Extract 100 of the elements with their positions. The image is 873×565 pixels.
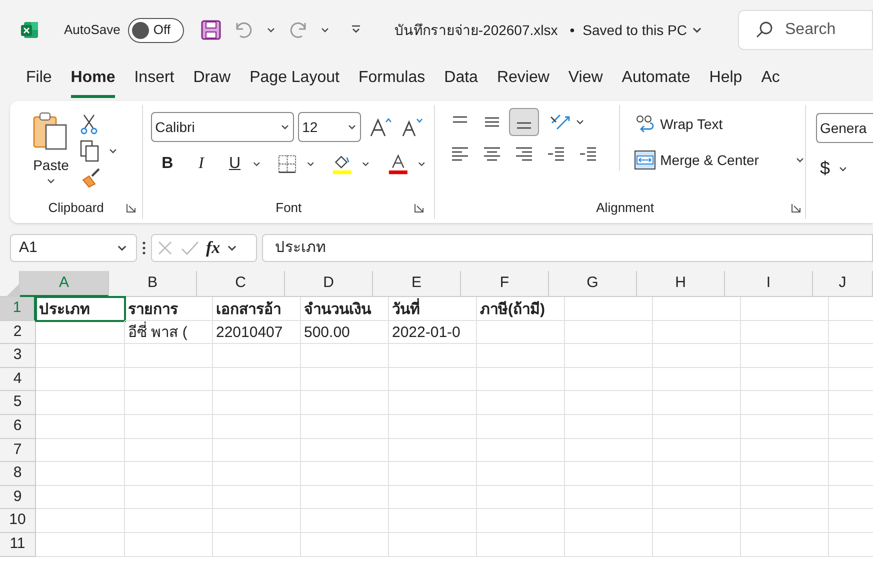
table-cell[interactable] (565, 320, 653, 344)
table-cell[interactable] (301, 486, 389, 510)
table-cell[interactable] (653, 297, 741, 321)
table-cell[interactable] (36, 509, 125, 533)
ribbon-tab[interactable]: Insert (134, 66, 174, 98)
table-cell[interactable] (301, 368, 389, 392)
table-cell[interactable] (125, 532, 213, 557)
table-cell[interactable] (36, 532, 125, 557)
table-cell[interactable] (213, 344, 301, 368)
table-cell[interactable] (477, 320, 565, 344)
row-header[interactable]: 8 (0, 462, 36, 486)
table-cell[interactable]: วันที่ (389, 297, 477, 321)
dialog-launcher-icon[interactable] (790, 203, 801, 213)
table-cell[interactable] (653, 344, 741, 368)
column-header[interactable]: B (109, 271, 197, 297)
ribbon-tab[interactable]: Page Layout (250, 66, 340, 98)
formula-field[interactable]: ประเภท (262, 234, 873, 262)
column-header[interactable]: C (197, 271, 285, 297)
table-cell[interactable] (301, 462, 389, 486)
paste-icon[interactable] (32, 111, 70, 151)
table-cell[interactable] (213, 368, 301, 392)
table-cell[interactable] (125, 391, 213, 415)
row-header[interactable]: 7 (0, 438, 36, 462)
table-cell[interactable] (301, 509, 389, 533)
chevron-down-icon[interactable] (280, 122, 290, 132)
paste-label[interactable]: Paste (33, 155, 69, 176)
more-options-icon[interactable] (142, 241, 146, 255)
save-icon[interactable] (200, 19, 222, 41)
ribbon-tab[interactable]: Home (70, 66, 116, 98)
column-header[interactable]: E (373, 271, 461, 297)
table-cell[interactable] (389, 532, 477, 557)
ribbon-tab[interactable]: Help (709, 66, 742, 98)
table-cell[interactable] (389, 486, 477, 510)
table-cell[interactable] (565, 509, 653, 533)
table-cell[interactable]: เอกสารอ้า (213, 297, 301, 321)
redo-icon[interactable] (288, 20, 308, 40)
row-header[interactable]: 10 (0, 509, 36, 533)
table-cell[interactable] (741, 438, 829, 462)
fill-color-dropdown-icon[interactable] (361, 159, 371, 169)
table-cell[interactable] (213, 509, 301, 533)
table-cell[interactable] (565, 532, 653, 557)
table-cell[interactable] (125, 509, 213, 533)
fill-color-icon[interactable] (332, 153, 352, 175)
column-header[interactable]: I (725, 271, 813, 297)
row-header[interactable]: 5 (0, 391, 36, 415)
search-field[interactable]: Search (738, 10, 873, 50)
table-cell[interactable] (389, 462, 477, 486)
table-cell[interactable] (653, 438, 741, 462)
table-cell[interactable] (741, 297, 829, 321)
table-cell[interactable] (741, 368, 829, 392)
table-cell[interactable] (477, 462, 565, 486)
row-header[interactable]: 4 (0, 368, 36, 392)
merge-center-label[interactable]: Merge & Center (660, 150, 759, 170)
table-cell[interactable] (653, 509, 741, 533)
table-cell[interactable]: ภาษี(ถ้ามี) (477, 297, 565, 321)
table-cell[interactable] (36, 344, 125, 368)
row-header[interactable]: 11 (0, 532, 36, 557)
underline-dropdown-icon[interactable] (252, 159, 262, 169)
row-header[interactable]: 6 (0, 414, 36, 439)
column-header[interactable]: F (461, 271, 549, 297)
table-cell[interactable]: 2022-01-0 (389, 320, 477, 344)
table-cell[interactable] (477, 532, 565, 557)
ribbon-tab[interactable]: Ac (761, 66, 780, 98)
table-cell[interactable] (389, 438, 477, 462)
ribbon-tab[interactable]: View (568, 66, 603, 98)
table-cell[interactable] (389, 391, 477, 415)
table-cell[interactable]: 22010407 (213, 320, 301, 344)
table-cell[interactable] (125, 344, 213, 368)
enter-icon[interactable] (180, 239, 200, 257)
table-cell[interactable] (36, 320, 125, 344)
table-cell[interactable]: อีซี่ พาส ( (125, 320, 213, 344)
table-cell[interactable] (741, 344, 829, 368)
ribbon-tab[interactable]: Automate (622, 66, 690, 98)
copy-icon[interactable] (80, 140, 100, 162)
table-cell[interactable] (565, 438, 653, 462)
table-cell[interactable] (653, 532, 741, 557)
font-name-dropdown[interactable]: Calibri (151, 112, 294, 142)
table-cell[interactable]: 500.00 (301, 320, 389, 344)
column-header[interactable]: G (549, 271, 637, 297)
scissors-icon[interactable] (80, 113, 98, 135)
table-cell[interactable] (36, 438, 125, 462)
table-cell[interactable] (653, 414, 741, 439)
column-header[interactable]: J (813, 271, 873, 297)
table-cell[interactable] (389, 344, 477, 368)
currency-format-button[interactable]: $ (820, 155, 830, 182)
table-cell[interactable] (36, 486, 125, 510)
borders-icon[interactable] (278, 154, 297, 174)
table-cell[interactable] (653, 368, 741, 392)
dialog-launcher-icon[interactable] (126, 203, 136, 213)
table-cell[interactable] (477, 414, 565, 439)
row-header[interactable]: 2 (0, 320, 36, 344)
table-cell[interactable] (741, 414, 829, 439)
table-cell[interactable] (653, 391, 741, 415)
table-cell[interactable] (741, 509, 829, 533)
table-cell[interactable] (213, 486, 301, 510)
table-cell[interactable] (477, 509, 565, 533)
font-size-dropdown[interactable]: 12 (298, 112, 362, 142)
table-cell[interactable] (653, 462, 741, 486)
format-painter-icon[interactable] (80, 167, 102, 189)
underline-button[interactable]: U (226, 152, 244, 176)
